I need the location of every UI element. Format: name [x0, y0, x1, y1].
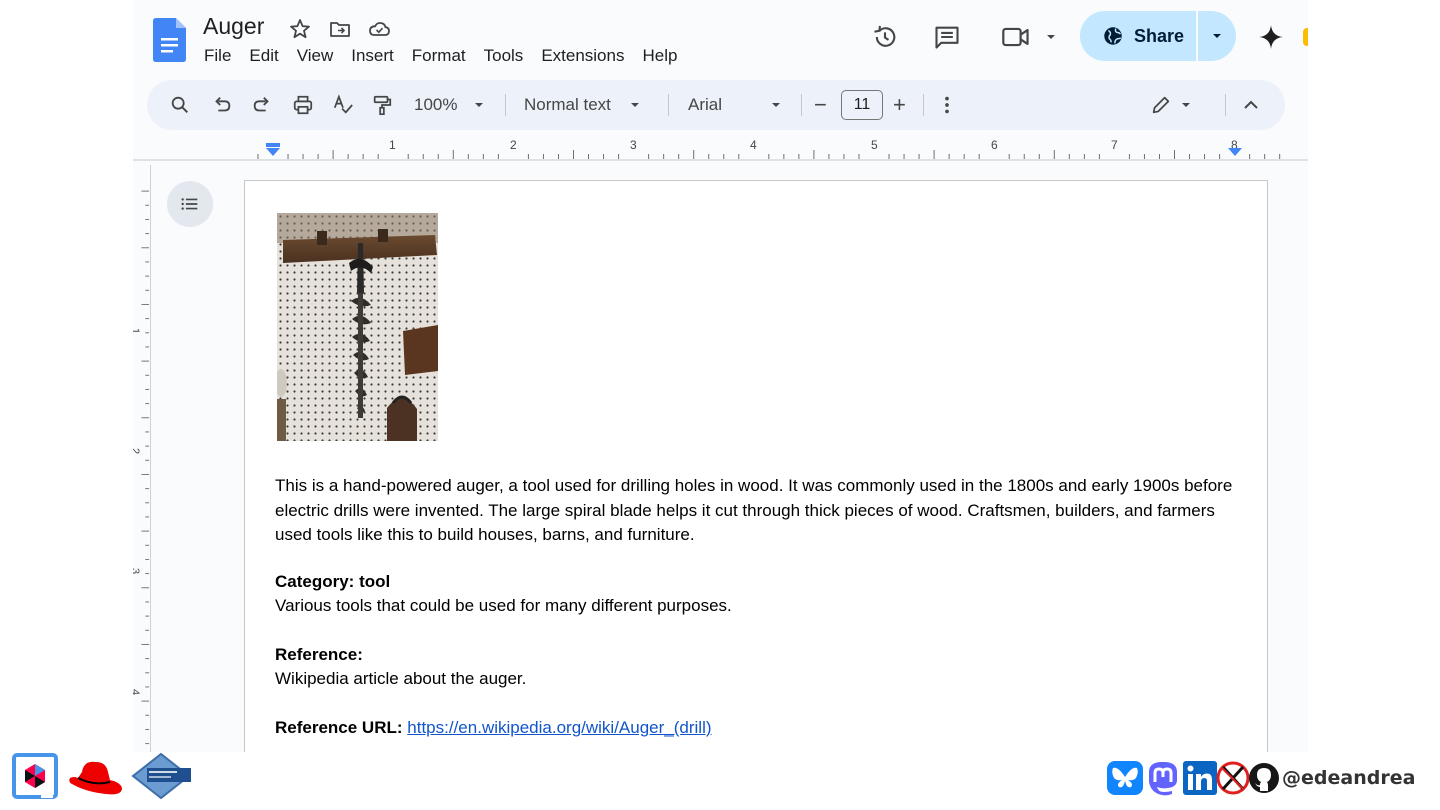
video-call-button[interactable] — [1001, 22, 1057, 52]
paragraph-style-select[interactable]: Normal text — [524, 93, 641, 117]
ruler-number: 1 — [389, 138, 396, 152]
screen: Auger File Edit View Insert Format Tools… — [0, 0, 1440, 810]
list-icon — [181, 198, 198, 210]
ruler-number: 5 — [871, 138, 878, 152]
redo-icon[interactable] — [251, 93, 273, 117]
right-indent-marker[interactable] — [1227, 142, 1243, 158]
ruler-number: 7 — [1111, 138, 1118, 152]
paint-format-icon[interactable] — [371, 93, 393, 117]
vruler-number: 1 — [133, 328, 141, 334]
document-outline-button[interactable] — [167, 181, 213, 227]
more-options-icon[interactable] — [937, 93, 957, 117]
category-heading[interactable]: Category: tool — [275, 570, 1235, 595]
menu-edit[interactable]: Edit — [240, 45, 287, 67]
github-icon[interactable] — [1248, 762, 1280, 794]
increase-font-size-button[interactable]: + — [893, 92, 906, 117]
document-page[interactable]: This is a hand-powered auger, a tool use… — [244, 180, 1268, 752]
ruler-number: 4 — [750, 138, 757, 152]
version-history-icon[interactable] — [870, 22, 900, 52]
chevron-down-icon — [630, 103, 639, 107]
chevron-down-icon — [772, 103, 780, 107]
quarkus-logo-icon — [12, 753, 58, 799]
vruler-number: 3 — [133, 568, 141, 574]
menu-extensions[interactable]: Extensions — [532, 45, 633, 67]
java-user-group-logo-icon — [131, 752, 191, 800]
share-button[interactable]: Share — [1080, 11, 1196, 61]
comments-icon[interactable] — [932, 22, 962, 52]
font-family-value: Arial — [688, 95, 723, 114]
ruler-number: 3 — [630, 138, 637, 152]
red-hat-logo-icon — [69, 761, 122, 795]
google-docs-icon[interactable] — [153, 18, 186, 62]
reference-heading[interactable]: Reference: — [275, 643, 1235, 668]
google-docs-window: Auger File Edit View Insert Format Tools… — [133, 0, 1308, 752]
social-handle: @edeandrea — [1282, 767, 1416, 789]
font-family-select[interactable]: Arial — [688, 93, 782, 117]
category-text[interactable]: Various tools that could be used for man… — [275, 594, 1235, 619]
reference-text[interactable]: Wikipedia article about the auger. — [275, 667, 1235, 692]
menu-insert[interactable]: Insert — [342, 45, 403, 67]
account-avatar-edge[interactable] — [1303, 28, 1308, 46]
document-title[interactable]: Auger — [203, 13, 264, 40]
menu-format[interactable]: Format — [403, 45, 475, 67]
spellcheck-icon[interactable] — [332, 93, 354, 117]
decrease-font-size-button[interactable]: − — [814, 92, 827, 117]
video-call-icon — [1002, 27, 1029, 47]
share-button-group: Share — [1080, 11, 1236, 61]
ruler-number: 2 — [510, 138, 517, 152]
description-paragraph[interactable]: This is a hand-powered auger, a tool use… — [275, 474, 1235, 548]
menu-help[interactable]: Help — [633, 45, 686, 67]
star-icon[interactable] — [288, 17, 312, 41]
zoom-value: 100% — [414, 95, 458, 114]
vruler-number: 4 — [133, 689, 141, 695]
globe-icon — [1104, 27, 1122, 45]
gemini-sparkle-icon[interactable] — [1256, 22, 1286, 52]
move-to-folder-icon[interactable] — [328, 17, 352, 41]
reference-url-label: Reference URL: — [275, 718, 403, 737]
menu-tools[interactable]: Tools — [475, 45, 533, 67]
menu-view[interactable]: View — [288, 45, 343, 67]
search-menus-icon[interactable] — [169, 93, 191, 117]
x-twitter-icon[interactable] — [1216, 760, 1250, 796]
reference-url-link[interactable]: https://en.wikipedia.org/wiki/Auger_(dri… — [407, 718, 711, 737]
editing-mode-button[interactable] — [1150, 93, 1192, 117]
left-indent-marker[interactable] — [264, 142, 282, 158]
paragraph-style-value: Normal text — [524, 95, 611, 114]
linkedin-icon[interactable] — [1182, 760, 1218, 796]
vruler-number: 2 — [133, 448, 141, 454]
ruler-number: 6 — [991, 138, 998, 152]
chevron-down-icon — [1047, 35, 1055, 39]
mastodon-icon[interactable] — [1146, 760, 1180, 796]
chevron-down-icon — [1182, 103, 1190, 107]
pencil-icon — [1152, 96, 1170, 114]
font-size-input[interactable]: 11 — [841, 90, 883, 120]
zoom-select[interactable]: 100% — [414, 93, 485, 117]
vertical-ruler[interactable] — [133, 165, 151, 752]
menu-file[interactable]: File — [195, 45, 240, 67]
cloud-saved-icon[interactable] — [367, 17, 391, 41]
share-label: Share — [1134, 25, 1185, 46]
chevron-down-icon — [475, 103, 484, 107]
formatting-toolbar: 100% Normal text Arial − 11 + — [147, 80, 1285, 130]
auger-photo[interactable] — [277, 213, 438, 441]
chevron-down-icon — [1213, 34, 1221, 38]
ruler-numbers: 1 2 3 4 5 6 7 8 — [133, 138, 1308, 154]
reference-url-line: Reference URL: https://en.wikipedia.org/… — [275, 716, 1235, 741]
undo-icon[interactable] — [211, 93, 233, 117]
menu-bar: File Edit View Insert Format Tools Exten… — [195, 45, 686, 67]
print-icon[interactable] — [291, 93, 315, 117]
collapse-menus-icon[interactable] — [1241, 93, 1261, 117]
share-options-button[interactable] — [1198, 30, 1236, 42]
bluesky-icon[interactable] — [1106, 760, 1144, 796]
